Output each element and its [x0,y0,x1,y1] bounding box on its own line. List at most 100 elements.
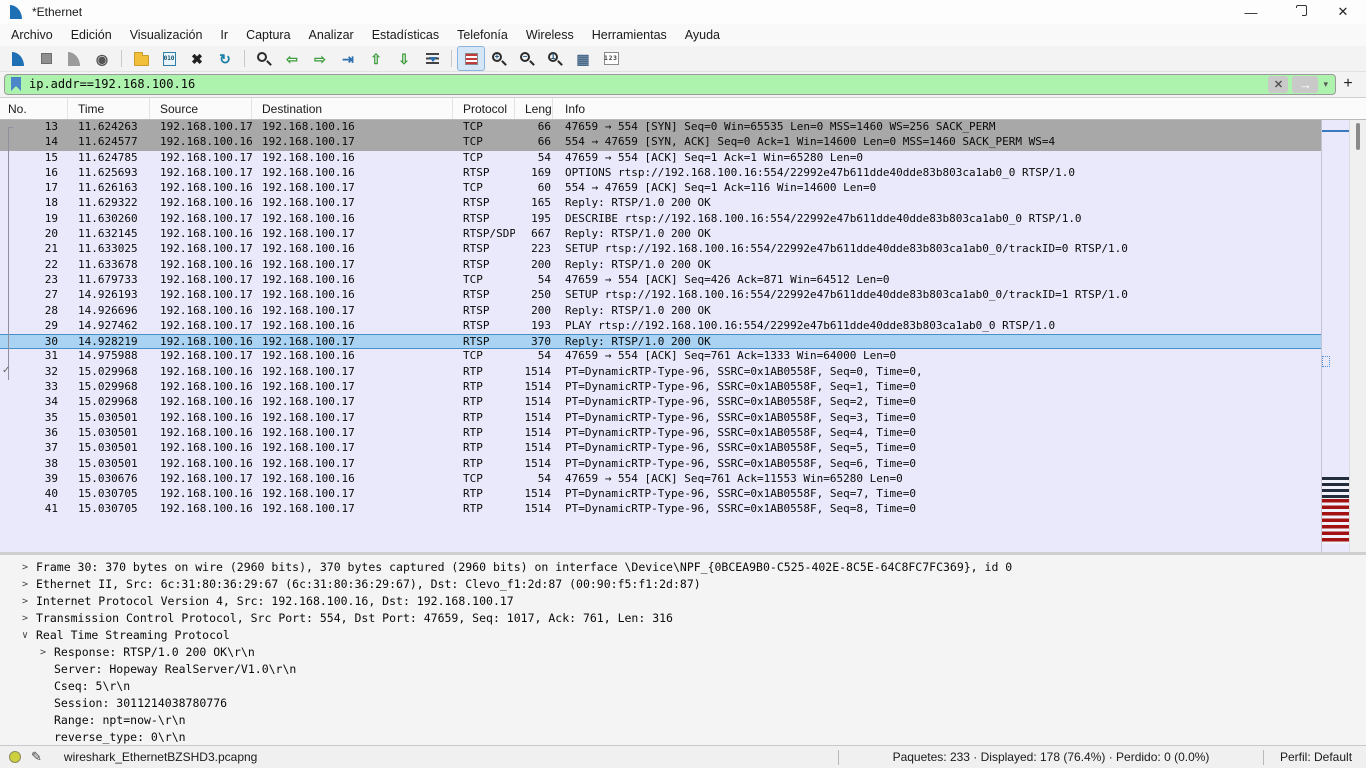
menu-item-archivo[interactable]: Archivo [2,25,62,45]
column-header-time[interactable]: Time [68,98,150,119]
expander-icon[interactable]: > [0,610,28,627]
packet-row-27[interactable]: 2714.926193192.168.100.17192.168.100.16R… [0,288,1321,303]
packet-row-23[interactable]: 2311.679733192.168.100.17192.168.100.16T… [0,273,1321,288]
display-filter-input[interactable] [29,75,1268,94]
detail-line-6[interactable]: Server: Hopeway RealServer/V1.0\r\n [0,661,1366,678]
column-header-info[interactable]: Info [553,98,1320,119]
expander-icon[interactable]: > [0,576,28,593]
expert-info-icon[interactable] [9,751,21,763]
packet-row-36[interactable]: 3615.030501192.168.100.16192.168.100.17R… [0,426,1321,441]
menu-item-captura[interactable]: Captura [237,25,299,45]
packet-row-35[interactable]: 3515.030501192.168.100.16192.168.100.17R… [0,411,1321,426]
reload-file-button[interactable]: ↻ [212,47,238,70]
menu-item-analizar[interactable]: Analizar [300,25,363,45]
expander-icon[interactable]: ∨ [0,627,28,644]
save-file-button[interactable]: 010 [156,47,182,70]
packet-row-29[interactable]: 2914.927462192.168.100.17192.168.100.16R… [0,319,1321,334]
detail-line-5[interactable]: >Response: RTSP/1.0 200 OK\r\n [0,644,1366,661]
column-header-lengtl[interactable]: Lengtl [515,98,553,119]
vertical-scrollbar[interactable] [1349,120,1366,552]
find-packet-button[interactable] [251,47,277,70]
autoscroll-button[interactable] [419,47,445,70]
column-header-source[interactable]: Source [150,98,252,119]
packet-row-31[interactable]: 3114.975988192.168.100.17192.168.100.16T… [0,349,1321,364]
filter-bookmark-icon[interactable] [11,77,21,91]
packet-row-30[interactable]: 3014.928219192.168.100.16192.168.100.17R… [0,334,1321,349]
expander-icon[interactable]: > [0,559,28,576]
packet-row-38[interactable]: 3815.030501192.168.100.16192.168.100.17R… [0,457,1321,472]
packet-row-16[interactable]: 1611.625693192.168.100.17192.168.100.16R… [0,166,1321,181]
capture-options-button[interactable]: ◉ [89,47,115,70]
menu-item-estadisticas[interactable]: Estadísticas [363,25,448,45]
display-filter-field[interactable]: ✕ → ▾ [4,74,1336,95]
restore-button[interactable] [1274,0,1320,24]
packet-row-15[interactable]: 1511.624785192.168.100.17192.168.100.16T… [0,151,1321,166]
packet-row-14[interactable]: 1411.624577192.168.100.16192.168.100.17T… [0,135,1321,150]
detail-line-1[interactable]: >Ethernet II, Src: 6c:31:80:36:29:67 (6c… [0,576,1366,593]
expander-icon[interactable]: > [0,644,46,661]
packet-row-32[interactable]: 3215.029968192.168.100.16192.168.100.17R… [0,365,1321,380]
menu-item-visualizacion[interactable]: Visualización [121,25,212,45]
shrink-columns-button[interactable]: 123 [598,47,624,70]
packet-row-34[interactable]: 3415.029968192.168.100.16192.168.100.17R… [0,395,1321,410]
detail-line-4[interactable]: ∨Real Time Streaming Protocol [0,627,1366,644]
column-header-destination[interactable]: Destination [252,98,453,119]
packet-row-13[interactable]: 1311.624263192.168.100.17192.168.100.16T… [0,120,1321,135]
close-button[interactable]: ✕ [1320,0,1366,24]
capture-comment-icon[interactable]: ✎ [31,749,42,765]
packet-row-17[interactable]: 1711.626163192.168.100.16192.168.100.17T… [0,181,1321,196]
detail-line-3[interactable]: >Transmission Control Protocol, Src Port… [0,610,1366,627]
packet-row-41[interactable]: 4115.030705192.168.100.16192.168.100.17R… [0,502,1321,517]
menu-item-wireless[interactable]: Wireless [517,25,583,45]
detail-line-10[interactable]: reverse_type: 0\r\n [0,729,1366,745]
packet-row-19[interactable]: 1911.630260192.168.100.17192.168.100.16R… [0,212,1321,227]
minimize-button[interactable]: — [1228,0,1274,24]
detail-line-7[interactable]: Cseq: 5\r\n [0,678,1366,695]
last-packet-button[interactable]: ⇩ [391,47,417,70]
intelligent-scrollbar-map[interactable] [1321,120,1349,552]
next-packet-button[interactable]: ⇨ [307,47,333,70]
menu-item-ayuda[interactable]: Ayuda [676,25,729,45]
colorize-button[interactable] [458,47,484,70]
packet-row-33[interactable]: 3315.029968192.168.100.16192.168.100.17R… [0,380,1321,395]
open-file-button[interactable] [128,47,154,70]
zoom-out-button[interactable]: − [514,47,540,70]
detail-line-9[interactable]: Range: npt=now-\r\n [0,712,1366,729]
zoom-in-button[interactable]: + [486,47,512,70]
first-packet-button[interactable]: ⇧ [363,47,389,70]
filter-apply-button[interactable]: → [1292,76,1318,93]
filter-dropdown-caret[interactable]: ▾ [1318,79,1335,90]
zoom-100-button[interactable]: 1 [542,47,568,70]
cell-protocol: RTSP/SDP [453,227,515,242]
scrollbar-thumb[interactable] [1356,123,1360,150]
packet-row-40[interactable]: 4015.030705192.168.100.16192.168.100.17R… [0,487,1321,502]
menu-item-edicion[interactable]: Edición [62,25,121,45]
detail-line-8[interactable]: Session: 3011214038780776 [0,695,1366,712]
packet-row-22[interactable]: 2211.633678192.168.100.16192.168.100.17R… [0,258,1321,273]
menu-item-telefonia[interactable]: Telefonía [448,25,517,45]
stop-capture-button[interactable] [33,47,59,70]
resize-columns-button[interactable]: ▦ [570,47,596,70]
filter-clear-button[interactable]: ✕ [1268,76,1288,93]
column-header-no[interactable]: No. [0,98,68,119]
close-file-button[interactable]: ✖ [184,47,210,70]
cell-destination: 192.168.100.17 [252,365,453,380]
menu-item-ir[interactable]: Ir [211,25,237,45]
detail-line-2[interactable]: >Internet Protocol Version 4, Src: 192.1… [0,593,1366,610]
previous-packet-button[interactable]: ⇦ [279,47,305,70]
profile-label[interactable]: Perfil: Default [1266,750,1366,764]
packet-row-20[interactable]: 2011.632145192.168.100.16192.168.100.17R… [0,227,1321,242]
packet-row-28[interactable]: 2814.926696192.168.100.16192.168.100.17R… [0,304,1321,319]
goto-packet-button[interactable]: ⇥ [335,47,361,70]
packet-row-18[interactable]: 1811.629322192.168.100.16192.168.100.17R… [0,196,1321,211]
detail-line-0[interactable]: >Frame 30: 370 bytes on wire (2960 bits)… [0,559,1366,576]
packet-row-21[interactable]: 2111.633025192.168.100.17192.168.100.16R… [0,242,1321,257]
restart-capture-button[interactable] [61,47,87,70]
start-capture-button[interactable] [5,47,31,70]
menu-item-herramientas[interactable]: Herramientas [583,25,676,45]
expander-icon[interactable]: > [0,593,28,610]
packet-row-39[interactable]: 3915.030676192.168.100.17192.168.100.16T… [0,472,1321,487]
filter-add-button[interactable]: + [1336,75,1360,93]
column-header-protocol[interactable]: Protocol [453,98,515,119]
packet-row-37[interactable]: 3715.030501192.168.100.16192.168.100.17R… [0,441,1321,456]
